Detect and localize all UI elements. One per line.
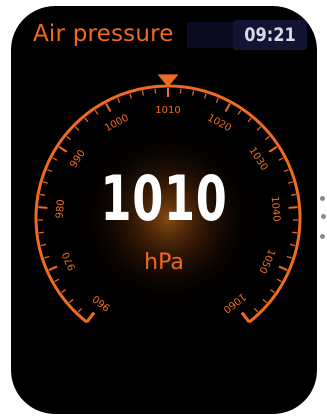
minor-tick — [204, 93, 207, 99]
minor-tick — [264, 135, 270, 141]
minor-tick — [61, 289, 66, 293]
minor-tick — [47, 169, 53, 173]
major-tick — [58, 145, 68, 153]
major-tick — [241, 312, 249, 322]
minor-tick — [74, 126, 80, 131]
minor-tick — [276, 278, 282, 283]
minor-tick — [40, 243, 46, 247]
minor-tick — [42, 181, 49, 184]
major-tick — [38, 206, 48, 209]
minor-tick — [292, 231, 298, 234]
minor-tick — [278, 157, 284, 161]
minor-tick — [247, 117, 252, 123]
major-tick — [224, 103, 231, 113]
side-indicator-dot — [320, 234, 325, 239]
minor-tick — [237, 109, 242, 115]
minor-tick — [117, 97, 121, 103]
side-indicator-dot — [321, 214, 326, 219]
minor-tick — [94, 109, 99, 115]
minor-tick — [40, 193, 46, 196]
side-indicator-dot — [320, 196, 325, 201]
pressure-value: 1010 — [100, 162, 228, 235]
minor-tick — [287, 181, 294, 184]
minor-tick — [262, 298, 268, 304]
minor-tick — [270, 289, 275, 293]
minor-tick — [141, 90, 144, 96]
major-tick — [87, 312, 95, 322]
minor-tick — [38, 231, 44, 234]
minor-tick — [256, 126, 262, 131]
minor-tick — [290, 243, 296, 247]
pressure-unit: hPa — [144, 250, 184, 275]
major-tick — [288, 206, 298, 209]
minor-tick — [54, 278, 60, 283]
minor-tick — [52, 157, 58, 161]
minor-tick — [77, 307, 83, 313]
minor-tick — [66, 135, 72, 141]
minor-tick — [253, 307, 259, 313]
tick-label: 1010 — [155, 105, 180, 116]
minor-tick — [129, 93, 132, 99]
minor-tick — [68, 298, 74, 304]
minor-tick — [283, 169, 289, 173]
major-tick — [268, 145, 278, 153]
minor-tick — [215, 97, 219, 103]
minor-tick — [290, 193, 296, 196]
minor-tick — [192, 90, 195, 96]
major-tick — [105, 103, 112, 113]
minor-tick — [84, 117, 89, 123]
